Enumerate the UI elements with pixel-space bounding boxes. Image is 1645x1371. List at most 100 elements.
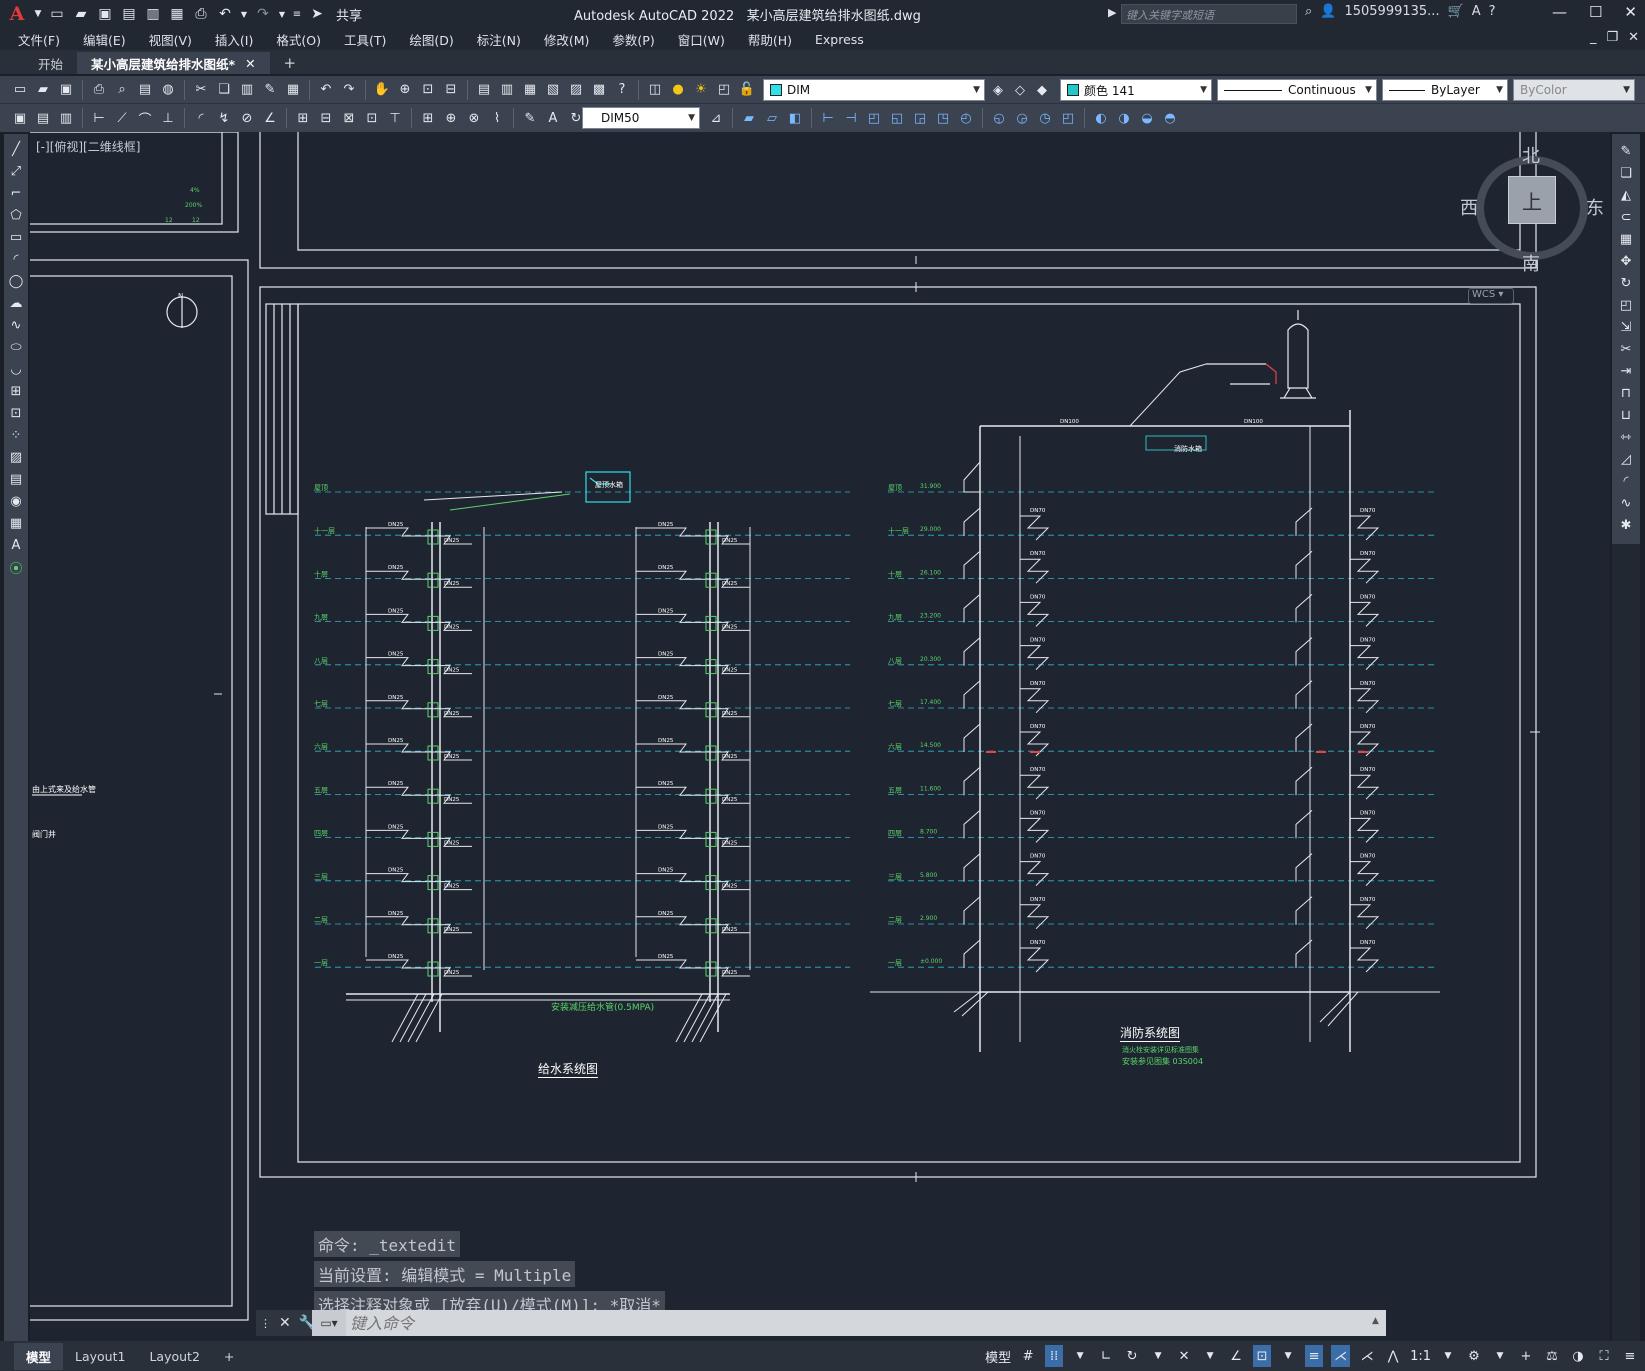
- layer-thaw-icon[interactable]: ☀: [691, 80, 711, 100]
- clean-screen-icon[interactable]: ⛶: [1595, 1345, 1613, 1367]
- viewport-2-icon[interactable]: ▱: [762, 108, 782, 128]
- snap-dropdown-icon[interactable]: ▼: [1071, 1345, 1089, 1367]
- command-history-toggle-icon[interactable]: ▲: [1372, 1316, 1379, 1326]
- sheet-set-icon[interactable]: ▧: [543, 80, 563, 100]
- open-icon[interactable]: ▰: [33, 80, 53, 100]
- zoom-window-icon[interactable]: ⊡: [418, 80, 438, 100]
- wcs-menu[interactable]: WCS ▾: [1468, 288, 1514, 304]
- circle-icon[interactable]: ◯: [6, 272, 26, 290]
- visual-style-icon[interactable]: ◐: [1091, 108, 1111, 128]
- dim-text-edit-icon[interactable]: A: [543, 108, 563, 128]
- layer-dropdown[interactable]: DIM ▼: [763, 79, 985, 101]
- snap-mode-icon[interactable]: ⁞⁞: [1045, 1345, 1064, 1367]
- minimize-icon[interactable]: —: [1552, 3, 1567, 21]
- isodraft-icon[interactable]: ✕: [1175, 1345, 1193, 1367]
- viewcube-west[interactable]: 西: [1460, 194, 1478, 220]
- cloud-save-icon[interactable]: ▥: [144, 5, 162, 23]
- menu-express[interactable]: Express: [815, 32, 876, 47]
- ucs-origin-icon[interactable]: ◳: [933, 108, 953, 128]
- spline-icon[interactable]: ∿: [6, 316, 26, 334]
- object-snap-icon[interactable]: ⊡: [1253, 1345, 1272, 1367]
- tab-active-drawing[interactable]: 某小高层建筑给排水图纸* ✕: [77, 52, 270, 74]
- menu-modify[interactable]: 修改(M): [544, 30, 602, 49]
- customization-icon[interactable]: ≡: [1621, 1345, 1639, 1367]
- menu-format[interactable]: 格式(O): [276, 30, 333, 49]
- print-icon[interactable]: ⎙: [192, 5, 210, 23]
- markup-icon[interactable]: ▨: [566, 80, 586, 100]
- ucs-y-icon[interactable]: ◷: [1035, 108, 1055, 128]
- layer-on-icon[interactable]: ●: [668, 80, 688, 100]
- annotation-visibility-icon[interactable]: ⋌: [1331, 1345, 1351, 1367]
- wblock-icon[interactable]: ▥: [56, 108, 76, 128]
- viewport-icon[interactable]: ▰: [739, 108, 759, 128]
- block-icon[interactable]: ▣: [10, 108, 30, 128]
- fillet-icon[interactable]: ◜: [1616, 472, 1636, 490]
- block-editor-icon[interactable]: ▦: [283, 80, 303, 100]
- jogged-linear-icon[interactable]: ⌇: [487, 108, 507, 128]
- layer-properties-icon[interactable]: ◫: [645, 80, 665, 100]
- rectangle-icon[interactable]: ▭: [6, 228, 26, 246]
- 3d-print-icon[interactable]: ◍: [158, 80, 178, 100]
- chamfer-icon[interactable]: ◿: [1616, 450, 1636, 468]
- maximize-icon[interactable]: ☐: [1589, 3, 1602, 21]
- expand-arrow-icon[interactable]: ▶: [1108, 6, 1116, 19]
- menu-insert[interactable]: 插入(I): [215, 30, 265, 49]
- isodraft-dropdown-icon[interactable]: ▼: [1201, 1345, 1219, 1367]
- polyline-icon[interactable]: ⌐: [6, 184, 26, 202]
- auto-scale-icon[interactable]: ⋌: [1358, 1345, 1376, 1367]
- undo-icon[interactable]: ↶: [316, 80, 336, 100]
- recent-commands-icon[interactable]: ▭▾: [312, 1310, 346, 1336]
- tab-start[interactable]: 开始: [24, 52, 78, 74]
- offset-icon[interactable]: ⊂: [1616, 208, 1636, 226]
- viewport-controls-label[interactable]: [-][俯视][二维线框]: [36, 138, 140, 155]
- user-name[interactable]: 1505999135...: [1344, 4, 1439, 19]
- pan-icon[interactable]: ✋: [372, 80, 392, 100]
- inspect-icon[interactable]: ⊗: [464, 108, 484, 128]
- mirror-icon[interactable]: ◭: [1616, 186, 1636, 204]
- tab-layout1[interactable]: Layout1: [63, 1345, 137, 1368]
- viewcube-top-face[interactable]: 上: [1508, 176, 1556, 224]
- linetype-dropdown[interactable]: Continuous ▼: [1217, 79, 1377, 101]
- menu-tools[interactable]: 工具(T): [344, 30, 398, 49]
- viewcube[interactable]: 北 南 西 东 上: [1458, 138, 1608, 278]
- model-space-toggle[interactable]: 模型: [985, 1345, 1011, 1367]
- cart-icon[interactable]: 🛒: [1448, 4, 1464, 19]
- copy-object-icon[interactable]: ❏: [1616, 164, 1636, 182]
- workspace-dropdown-icon[interactable]: ▼: [1491, 1345, 1509, 1367]
- revcloud-icon[interactable]: ☁: [6, 294, 26, 312]
- open-folder-icon[interactable]: ▰: [72, 5, 90, 23]
- materials-icon[interactable]: ◓: [1160, 108, 1180, 128]
- line-icon[interactable]: ╱: [6, 140, 26, 158]
- break-point-icon[interactable]: ⊓: [1616, 384, 1636, 402]
- zoom-realtime-icon[interactable]: ⊕: [395, 80, 415, 100]
- save-icon[interactable]: ▣: [56, 80, 76, 100]
- tab-model[interactable]: 模型: [14, 1342, 64, 1370]
- copy-icon[interactable]: ❏: [214, 80, 234, 100]
- menu-help[interactable]: 帮助(H): [748, 30, 804, 49]
- units-icon[interactable]: ⚖: [1543, 1345, 1561, 1367]
- scale-dropdown-icon[interactable]: ▼: [1439, 1345, 1457, 1367]
- add-layout-icon[interactable]: +: [212, 1345, 246, 1368]
- render-icon[interactable]: ◑: [1114, 108, 1134, 128]
- color-dropdown[interactable]: 颜色 141 ▼: [1060, 79, 1212, 101]
- workspace-gear-icon[interactable]: ⚙: [1465, 1345, 1483, 1367]
- jogged-dim-icon[interactable]: ↯: [214, 108, 234, 128]
- ellipse-arc-icon[interactable]: ◡: [6, 360, 26, 378]
- chevron-down-icon[interactable]: ▼: [34, 5, 42, 23]
- ucs-x-icon[interactable]: ◶: [1012, 108, 1032, 128]
- zoom-previous-icon[interactable]: ⊟: [441, 80, 461, 100]
- menu-file[interactable]: 文件(F): [18, 30, 72, 49]
- scale-icon[interactable]: ◰: [1616, 296, 1636, 314]
- make-current-layer-icon[interactable]: ◈: [988, 80, 1008, 100]
- menu-dimension[interactable]: 标注(N): [477, 30, 533, 49]
- ucs-z-icon[interactable]: ◰: [1058, 108, 1078, 128]
- radius-dim-icon[interactable]: ◜: [191, 108, 211, 128]
- add-selected-icon[interactable]: ⦿: [6, 558, 26, 577]
- cut-icon[interactable]: ✂: [191, 80, 211, 100]
- object-snap-tracking-icon[interactable]: ∠: [1227, 1345, 1245, 1367]
- make-block-icon[interactable]: ⊡: [6, 404, 26, 422]
- close-icon[interactable]: ✕: [1624, 3, 1637, 21]
- match-properties-icon[interactable]: ✎: [260, 80, 280, 100]
- gradient-icon[interactable]: ▤: [6, 470, 26, 488]
- linear-dim-icon[interactable]: ⊢: [89, 108, 109, 128]
